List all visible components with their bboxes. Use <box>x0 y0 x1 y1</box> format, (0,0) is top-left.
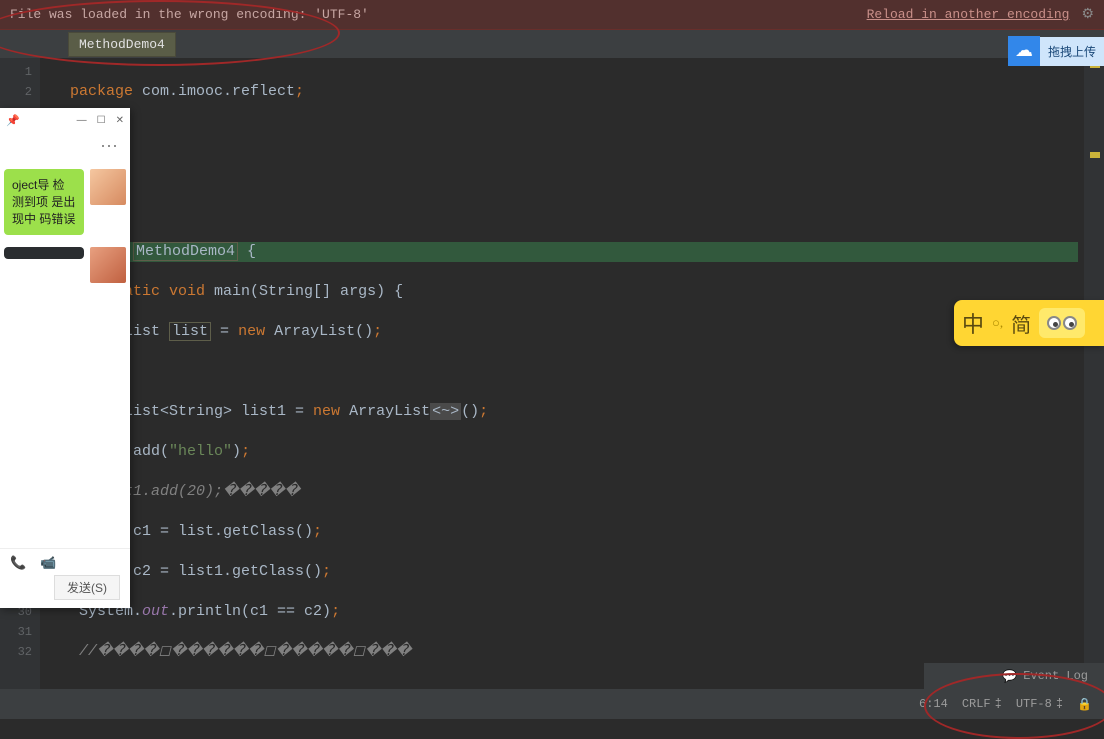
warning-message: File was loaded in the wrong encoding: '… <box>10 7 369 22</box>
cloud-icon: ☁ <box>1008 36 1040 66</box>
video-icon[interactable]: 📹 <box>40 555 56 571</box>
encoding-warning-bar: File was loaded in the wrong encoding: '… <box>0 0 1104 30</box>
reload-encoding-link[interactable]: Reload in another encoding <box>867 7 1070 22</box>
avatar[interactable] <box>90 169 126 205</box>
minimize-icon[interactable]: — <box>77 115 87 126</box>
event-log-bar[interactable]: 💬 Event Log <box>924 663 1104 689</box>
chat-titlebar[interactable]: 📌 — ☐ ✕ <box>0 108 130 132</box>
phone-icon[interactable]: 📞 <box>10 555 26 571</box>
baidu-cloud-widget[interactable]: ☁ 拖拽上传 <box>1008 36 1104 66</box>
ime-widget[interactable]: 中 ○, 简 <box>954 300 1104 346</box>
file-encoding[interactable]: UTF-8‡ <box>1016 697 1063 711</box>
maximize-icon[interactable]: ☐ <box>97 115 106 126</box>
send-button[interactable]: 发送(S) <box>54 575 120 600</box>
error-stripe[interactable] <box>1084 58 1104 689</box>
code-editor[interactable]: package com.imooc.reflect; ... class Met… <box>40 58 1078 689</box>
gear-icon[interactable]: ⚙ <box>1081 6 1094 23</box>
class-breadcrumb[interactable]: MethodDemo4 <box>68 32 176 57</box>
chat-bubble-image <box>4 247 84 259</box>
warning-marker[interactable] <box>1090 152 1100 158</box>
breadcrumb-bar: MethodDemo4 <box>0 30 1104 58</box>
avatar[interactable] <box>90 247 126 283</box>
line-separator[interactable]: CRLF‡ <box>962 697 1002 711</box>
pin-icon[interactable]: 📌 <box>6 114 20 127</box>
chat-bubble: oject导 检测到项 是出现中 码错误 <box>4 169 84 235</box>
chat-window[interactable]: 📌 — ☐ ✕ ⋯ oject导 检测到项 是出现中 码错误 📞 📹 发送(S) <box>0 108 130 608</box>
close-icon[interactable]: ✕ <box>116 115 124 126</box>
more-icon[interactable]: ⋯ <box>0 132 130 161</box>
chat-messages: oject导 检测到项 是出现中 码错误 <box>0 161 130 303</box>
cursor-position[interactable]: 6:14 <box>919 697 948 711</box>
chat-bubble-icon: 💬 <box>1002 669 1017 684</box>
lock-icon[interactable]: 🔒 <box>1077 697 1092 712</box>
status-bar: 6:14 CRLF‡ UTF-8‡ 🔒 <box>0 689 1104 719</box>
